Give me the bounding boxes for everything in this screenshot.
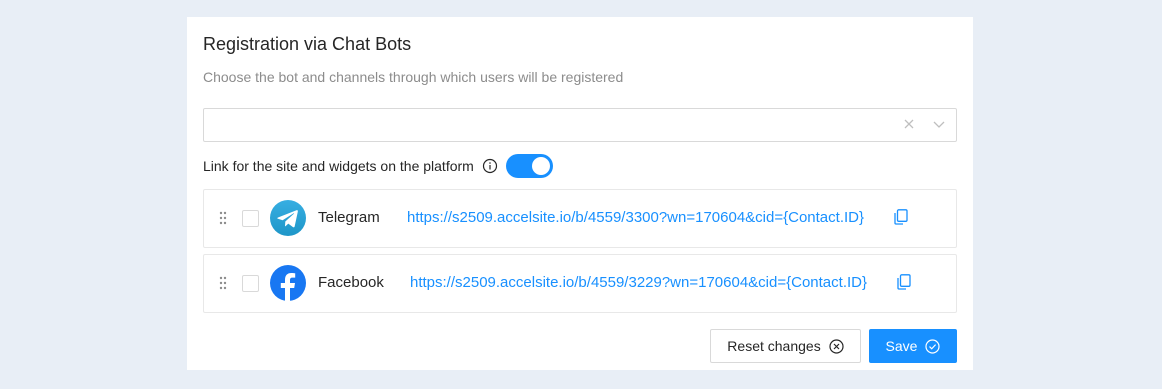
site-link-label: Link for the site and widgets on the pla…: [203, 158, 474, 174]
reset-button-label: Reset changes: [727, 338, 821, 354]
copy-icon[interactable]: [897, 274, 911, 290]
facebook-icon: [270, 265, 306, 301]
chevron-down-icon[interactable]: [932, 117, 946, 131]
channel-row-facebook: Facebook https://s2509.accelsite.io/b/45…: [203, 254, 957, 313]
save-button[interactable]: Save: [869, 329, 957, 363]
site-link-toggle[interactable]: [505, 154, 553, 178]
channel-checkbox[interactable]: [242, 275, 259, 292]
info-icon[interactable]: [482, 158, 498, 174]
bot-select[interactable]: [203, 108, 957, 142]
check-circle-icon: [925, 338, 941, 354]
close-circle-icon: [829, 338, 844, 354]
channel-name: Facebook: [318, 274, 384, 291]
reset-changes-button[interactable]: Reset changes: [710, 329, 861, 363]
channel-link[interactable]: https://s2509.accelsite.io/b/4559/3300?w…: [407, 209, 864, 226]
card-subtitle: Choose the bot and channels through whic…: [203, 69, 624, 85]
drag-handle-icon[interactable]: [219, 211, 227, 225]
registration-card: Registration via Chat Bots Choose the bo…: [187, 17, 973, 370]
copy-icon[interactable]: [894, 209, 908, 225]
channel-link[interactable]: https://s2509.accelsite.io/b/4559/3229?w…: [410, 274, 867, 291]
telegram-icon: [270, 200, 306, 236]
toggle-knob: [531, 157, 550, 175]
channel-row-telegram: Telegram https://s2509.accelsite.io/b/45…: [203, 189, 957, 248]
site-link-row: Link for the site and widgets on the pla…: [203, 154, 553, 178]
channel-name: Telegram: [318, 209, 380, 226]
drag-handle-icon[interactable]: [219, 276, 227, 290]
close-icon[interactable]: [902, 117, 916, 131]
channel-checkbox[interactable]: [242, 210, 259, 227]
save-button-label: Save: [885, 338, 918, 354]
card-title: Registration via Chat Bots: [203, 34, 412, 54]
